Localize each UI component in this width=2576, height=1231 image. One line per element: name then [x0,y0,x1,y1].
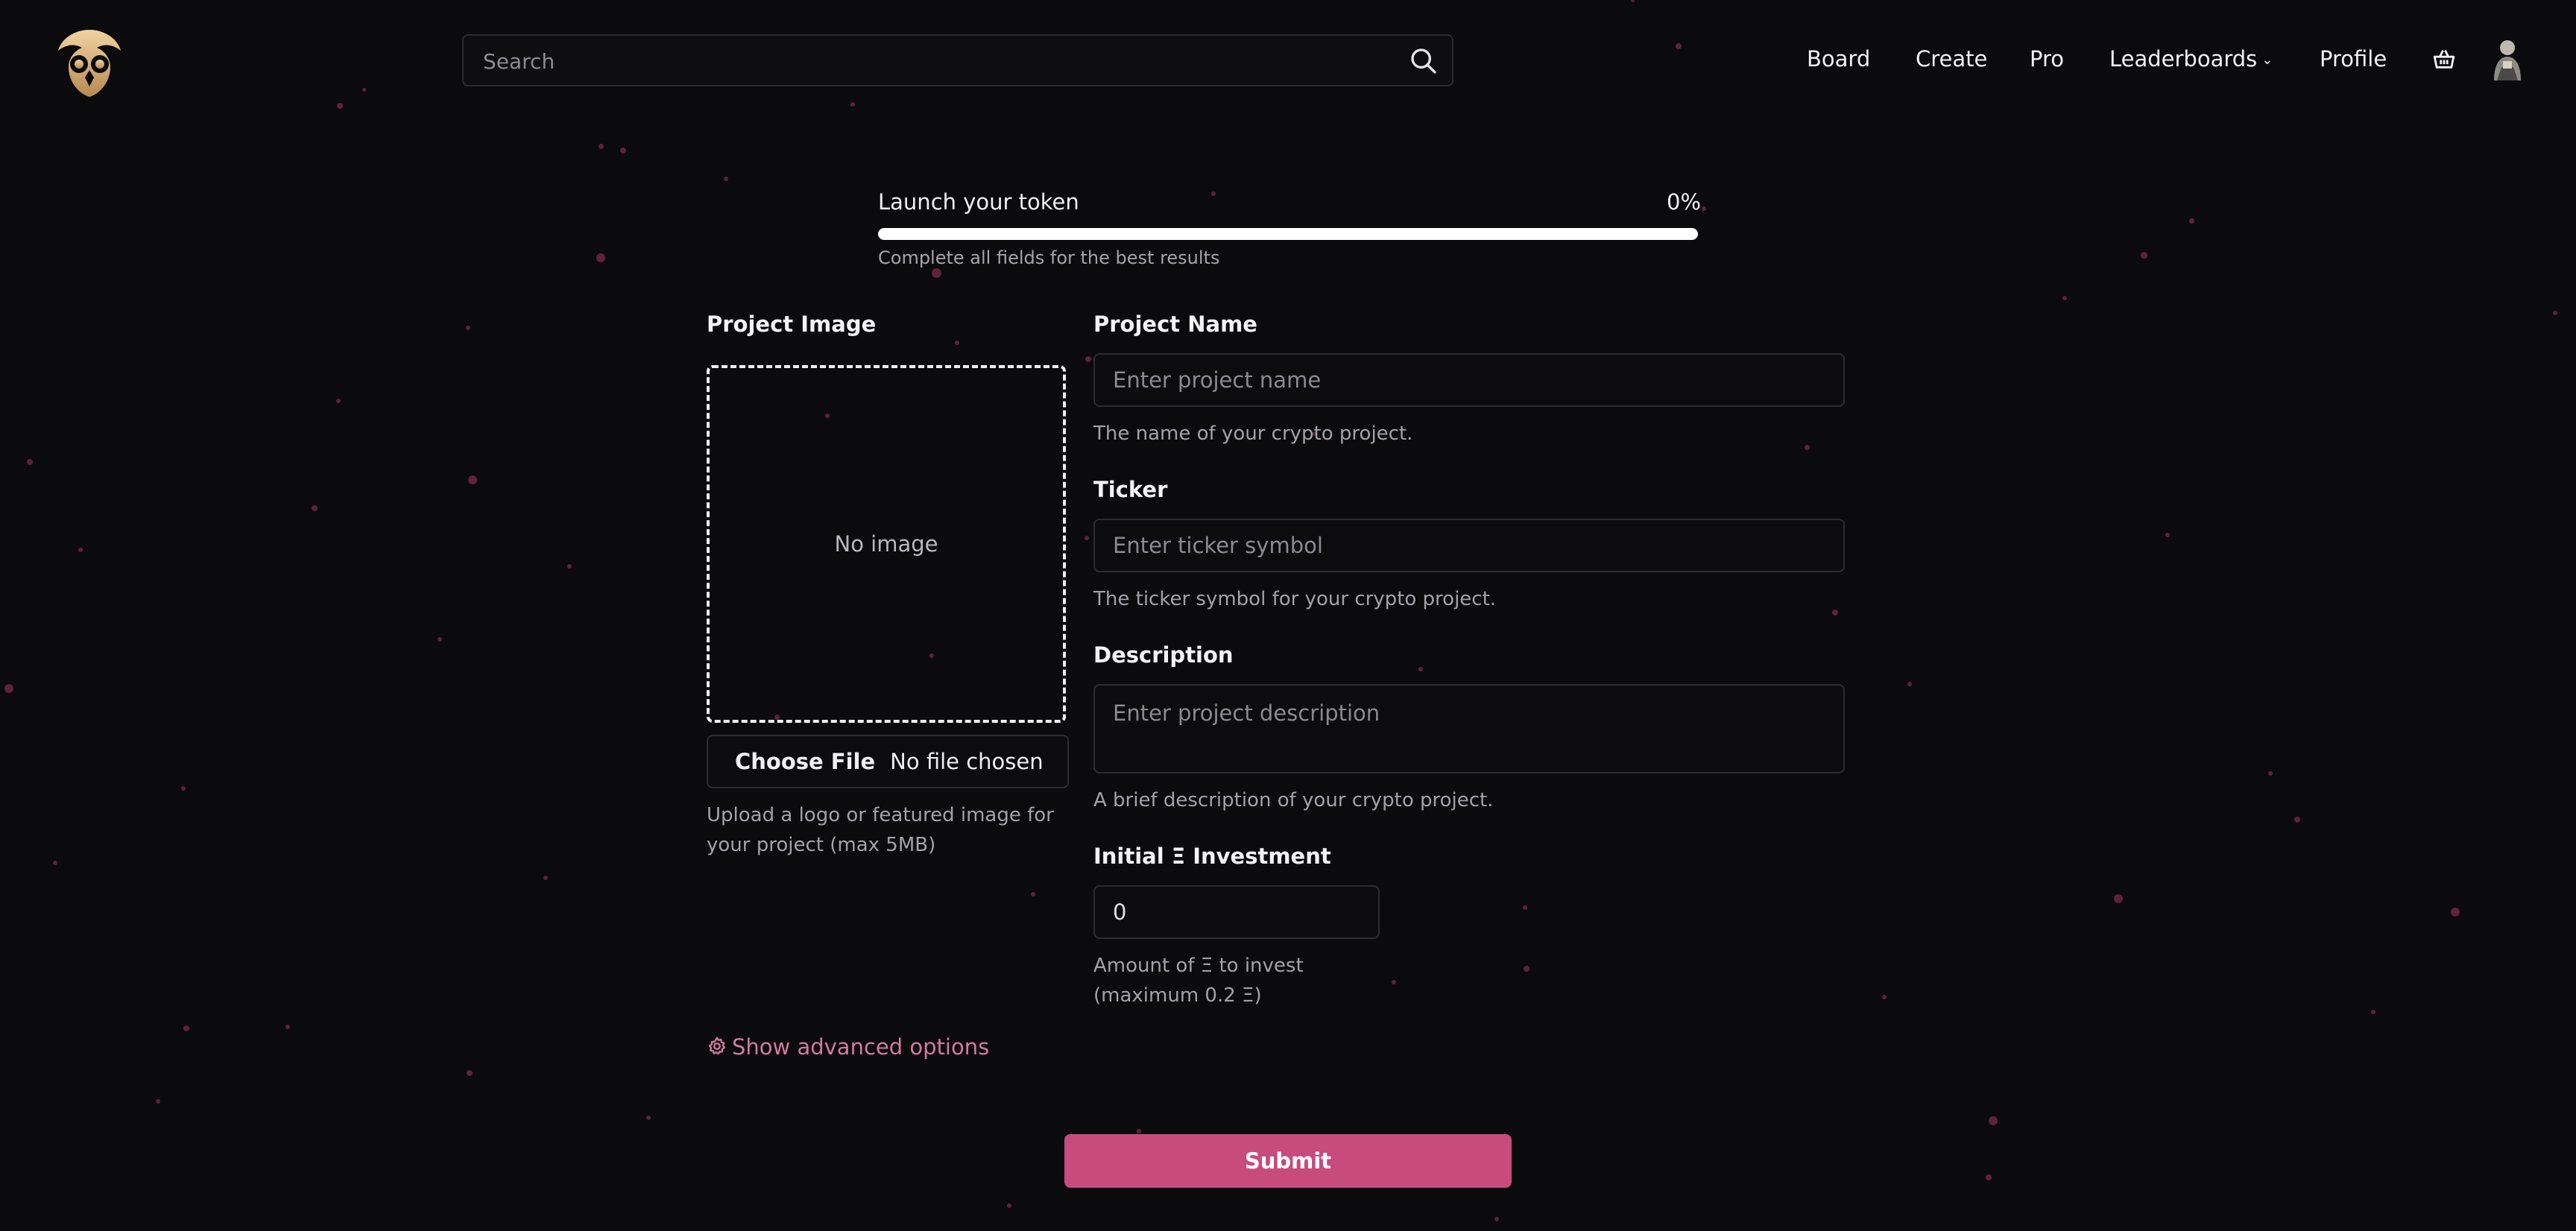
particle-dot [596,253,605,262]
particle-dot [1702,206,1706,211]
particle-dot [1907,682,1912,686]
project-image-label: Project Image [707,311,877,337]
progress-bar [878,228,1698,240]
particle-dot [337,103,343,109]
search-icon[interactable] [1409,46,1439,76]
particle-dot [1137,1129,1141,1133]
nav-profile[interactable]: Profile [2320,46,2387,72]
particle-dot [78,548,83,552]
ticker-input[interactable] [1093,519,1845,572]
investment-label: Initial Ξ Investment [1093,844,1331,869]
nav-board[interactable]: Board [1807,46,1870,72]
description-input[interactable] [1093,684,1845,773]
particle-dot [931,268,941,278]
particle-dot [1211,192,1216,196]
file-input[interactable]: Choose File No file chosen [707,735,1069,788]
progress-percent: 0% [1667,189,1702,215]
nav-create[interactable]: Create [1916,46,1987,72]
ticker-label: Ticker [1093,477,1168,502]
particle-dot [1494,1217,1499,1221]
particle-dot [1832,610,1838,616]
no-image-text: No image [834,531,938,557]
particle-dot [1523,905,1527,910]
particle-dot [1007,1203,1011,1208]
particle-dot [312,505,318,511]
particle-dot [466,326,470,330]
particle-dot [467,1070,473,1076]
basket-icon[interactable] [2431,46,2457,72]
particle-dot [2165,533,2170,537]
particle-dot [1676,43,1682,49]
file-status: No file chosen [890,749,1044,774]
particle-dot [1031,892,1035,896]
particle-dot [336,399,341,403]
particle-dot [181,786,186,791]
particle-dot [1392,980,1396,984]
particle-dot [156,1099,160,1104]
particle-dot [1804,444,1810,450]
submit-button[interactable]: Submit [1064,1134,1512,1188]
particle-dot [2451,908,2460,917]
particle-dot [1630,0,1635,2]
particle-dot [955,341,959,345]
particle-dot [2268,771,2273,776]
particle-dot [1882,995,1887,999]
particle-dot [646,1116,651,1120]
image-preview[interactable]: No image [707,365,1066,723]
ticker-help: The ticker symbol for your crypto projec… [1093,588,1497,610]
particle-dot [2371,1010,2375,1014]
particle-dot [850,102,855,107]
investment-input[interactable] [1093,885,1380,939]
particle-dot [1524,966,1530,972]
image-help: Upload a logo or featured image for your… [707,804,1054,856]
particle-dot [1085,536,1089,540]
particle-dot [598,143,604,149]
project-name-help: The name of your crypto project. [1093,423,1413,445]
particle-dot [1085,356,1091,362]
gear-icon [708,1037,726,1055]
particle-dot [2062,296,2067,300]
particle-dot [724,177,728,181]
particle-dot [362,87,366,92]
particle-dot [183,1025,189,1031]
nav-pro[interactable]: Pro [2030,46,2064,72]
nav-leaderboards-label: Leaderboards [2109,46,2258,72]
particle-dot [2114,894,2123,903]
owl-logo[interactable] [51,25,128,100]
particle-dot [620,148,626,154]
particle-dot [4,684,13,693]
particle-dot [2294,817,2300,823]
progress-hint: Complete all fields for the best results [878,247,1220,268]
particle-dot [27,459,33,465]
page: Board Create Pro Leaderboards⌄ Profile L… [0,0,2576,1231]
project-name-input[interactable] [1093,353,1845,407]
particle-dot [2140,251,2147,259]
particle-dot [1986,1174,1992,1180]
particle-dot [543,876,548,880]
particle-background [0,0,2576,1231]
description-label: Description [1093,642,1234,668]
advanced-options-toggle[interactable]: Show advanced options [707,1034,989,1060]
chevron-down-icon: ⌄ [2261,52,2273,68]
search-input[interactable] [482,36,1379,86]
particle-dot [285,1025,290,1029]
choose-file-button[interactable]: Choose File [735,749,875,774]
particle-dot [567,564,572,569]
particle-dot [438,637,442,642]
particle-dot [468,475,477,484]
particle-dot [1989,1116,1998,1125]
particle-dot [2188,218,2194,224]
search-bar[interactable] [462,34,1453,86]
particle-dot [1418,667,1423,671]
description-help: A brief description of your crypto proje… [1093,789,1494,811]
avatar[interactable] [2487,34,2528,83]
investment-help: Amount of Ξ to invest (maximum 0.2 Ξ) [1093,955,1304,1007]
progress-title: Launch your token [878,189,1079,215]
project-name-label: Project Name [1093,311,1257,337]
nav-leaderboards[interactable]: Leaderboards ⌄ [2109,46,2273,72]
particle-dot [2553,311,2557,315]
particle-dot [53,861,57,865]
advanced-options-label: Show advanced options [732,1034,990,1060]
